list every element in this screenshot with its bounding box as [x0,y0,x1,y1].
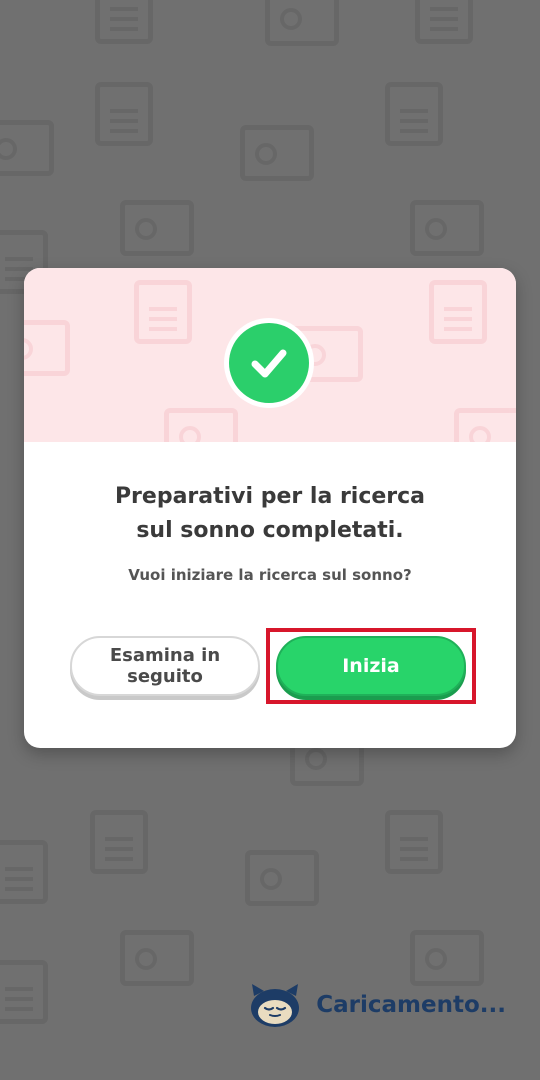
success-badge [224,318,314,408]
card-icon [164,408,238,442]
document-icon [0,960,48,1024]
card-icon [240,125,314,181]
review-later-button[interactable]: Esamina in seguito [70,636,260,696]
review-later-label: Esamina in seguito [109,645,221,687]
card-icon [454,408,516,442]
document-icon [134,280,192,344]
document-icon [385,82,443,146]
document-icon [0,840,48,904]
card-icon [0,120,54,176]
start-button[interactable]: Inizia [276,636,466,696]
card-icon [410,930,484,986]
dialog-title-line2: sul sonno completati. [136,518,404,543]
start-research-dialog: Preparativi per la ricerca sul sonno com… [24,268,516,748]
document-icon [415,0,473,44]
document-icon [385,810,443,874]
document-icon [95,82,153,146]
card-icon [265,0,339,46]
start-button-label: Inizia [342,655,400,677]
dialog-header [24,268,516,442]
loading-indicator: Caricamento... [248,982,506,1028]
snorlax-icon [248,982,302,1028]
dialog-title-line1: Preparativi per la ricerca [114,484,426,509]
document-icon [429,280,487,344]
dialog-message: Vuoi iniziare la ricerca sul sonno? [128,566,412,584]
dialog-title: Preparativi per la ricerca sul sonno com… [24,480,516,548]
card-icon [24,320,70,376]
card-icon [410,200,484,256]
document-icon [90,810,148,874]
loading-text: Caricamento... [316,992,506,1018]
checkmark-icon [229,323,309,403]
card-icon [245,850,319,906]
card-icon [120,930,194,986]
card-icon [120,200,194,256]
document-icon [95,0,153,44]
